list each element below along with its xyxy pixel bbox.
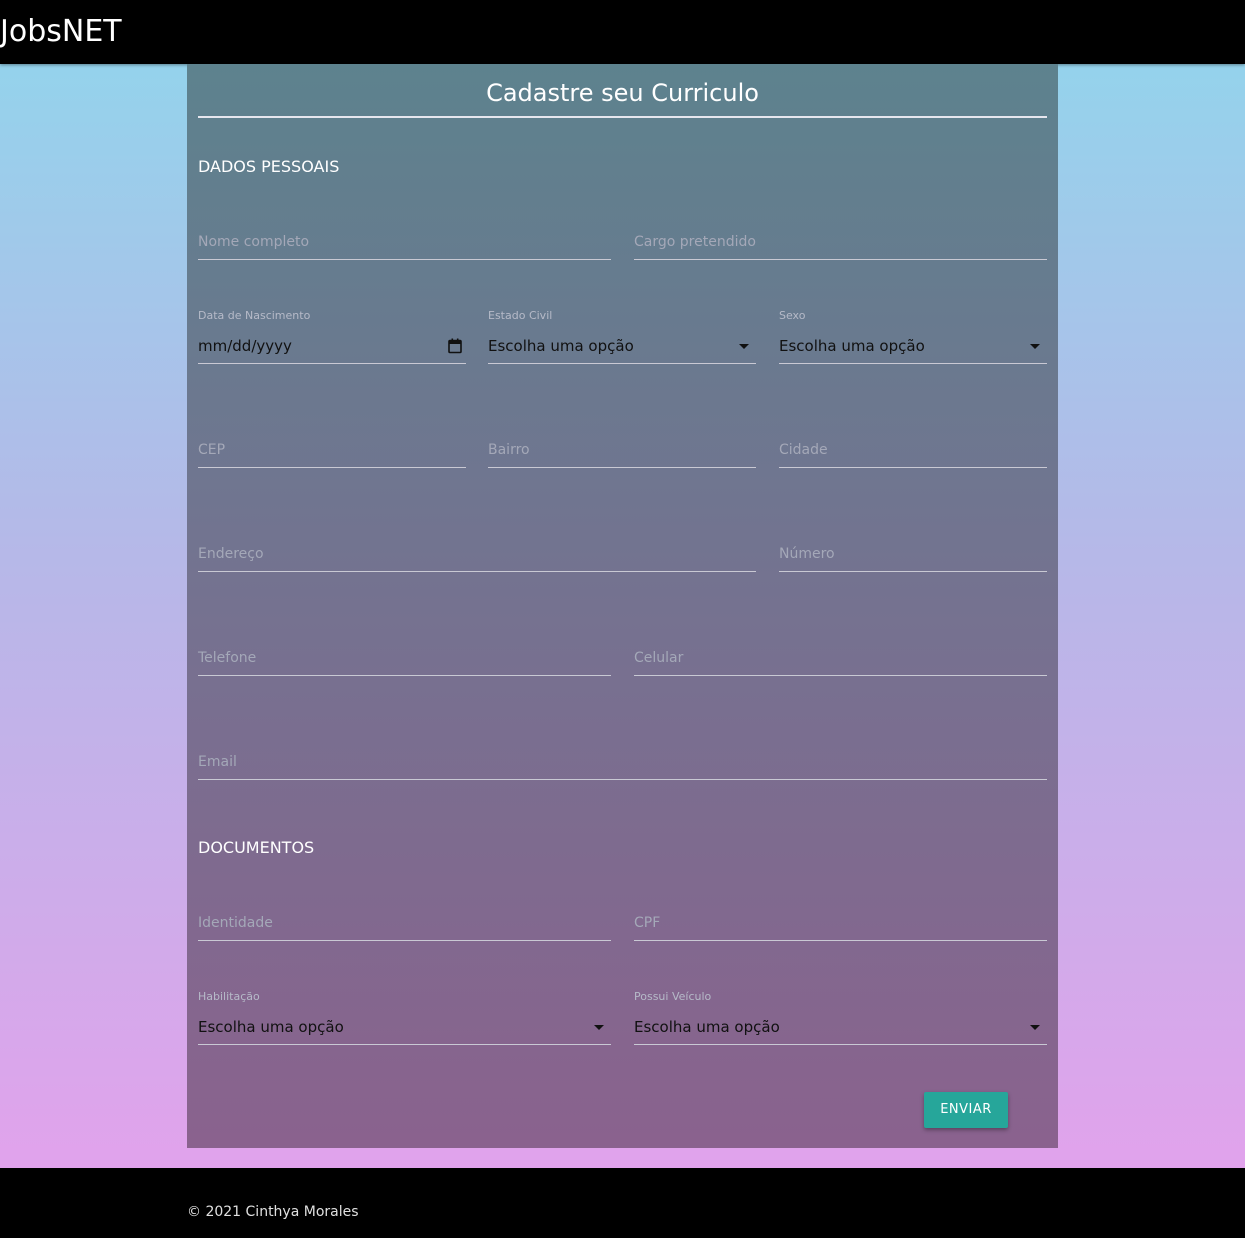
cep-placeholder: CEP bbox=[198, 442, 226, 458]
telefone-placeholder: Telefone bbox=[198, 650, 257, 666]
title-divider bbox=[198, 116, 1047, 118]
habilitacao-value: Escolha uma opção bbox=[198, 1018, 344, 1036]
email-placeholder: Email bbox=[198, 754, 237, 770]
nome-field[interactable]: Nome completo bbox=[198, 232, 611, 260]
nascimento-date-field[interactable]: Data de Nascimento mm/dd/yyyy bbox=[198, 309, 466, 364]
habilitacao-label: Habilitação bbox=[198, 990, 260, 1003]
email-field[interactable]: Email bbox=[198, 752, 1047, 780]
page-title: Cadastre seu Curriculo bbox=[486, 79, 759, 107]
submit-button[interactable]: ENVIAR bbox=[924, 1092, 1008, 1128]
numero-placeholder: Número bbox=[779, 546, 835, 562]
nascimento-value: mm/dd/yyyy bbox=[198, 337, 292, 355]
numero-field[interactable]: Número bbox=[779, 544, 1047, 572]
calendar-icon[interactable] bbox=[448, 338, 462, 354]
endereco-field[interactable]: Endereço bbox=[198, 544, 756, 572]
sexo-select[interactable]: Sexo Escolha uma opção bbox=[779, 309, 1047, 364]
resume-form-card: Cadastre seu Curriculo DADOS PESSOAIS No… bbox=[187, 64, 1058, 1148]
cargo-placeholder: Cargo pretendido bbox=[634, 234, 756, 250]
celular-placeholder: Celular bbox=[634, 650, 684, 666]
nome-placeholder: Nome completo bbox=[198, 234, 310, 250]
endereco-placeholder: Endereço bbox=[198, 546, 264, 562]
estado-civil-label: Estado Civil bbox=[488, 309, 553, 322]
nascimento-label: Data de Nascimento bbox=[198, 309, 311, 322]
cpf-placeholder: CPF bbox=[634, 915, 661, 931]
sexo-value: Escolha uma opção bbox=[779, 337, 925, 355]
veiculo-select[interactable]: Possui Veículo Escolha uma opção bbox=[634, 990, 1047, 1045]
section-heading-personal: DADOS PESSOAIS bbox=[198, 157, 340, 176]
estado-civil-select[interactable]: Estado Civil Escolha uma opção bbox=[488, 309, 756, 364]
habilitacao-select[interactable]: Habilitação Escolha uma opção bbox=[198, 990, 611, 1045]
bairro-placeholder: Bairro bbox=[488, 442, 530, 458]
cep-field[interactable]: CEP bbox=[198, 440, 466, 468]
cidade-field[interactable]: Cidade bbox=[779, 440, 1047, 468]
top-navbar: JobsNET bbox=[0, 0, 1245, 64]
telefone-field[interactable]: Telefone bbox=[198, 648, 611, 676]
caret-down-icon bbox=[1030, 1025, 1040, 1030]
cpf-field[interactable]: CPF bbox=[634, 913, 1047, 941]
identidade-field[interactable]: Identidade bbox=[198, 913, 611, 941]
identidade-placeholder: Identidade bbox=[198, 915, 273, 931]
celular-field[interactable]: Celular bbox=[634, 648, 1047, 676]
estado-civil-value: Escolha uma opção bbox=[488, 337, 634, 355]
sexo-label: Sexo bbox=[779, 309, 806, 322]
copyright-text: © 2021 Cinthya Morales bbox=[187, 1204, 359, 1220]
bairro-field[interactable]: Bairro bbox=[488, 440, 756, 468]
cargo-field[interactable]: Cargo pretendido bbox=[634, 232, 1047, 260]
cidade-placeholder: Cidade bbox=[779, 442, 828, 458]
veiculo-label: Possui Veículo bbox=[634, 990, 712, 1003]
caret-down-icon bbox=[594, 1025, 604, 1030]
section-heading-documents: DOCUMENTOS bbox=[198, 838, 315, 857]
page-footer: © 2021 Cinthya Morales bbox=[0, 1168, 1245, 1238]
caret-down-icon bbox=[739, 344, 749, 349]
brand-logo[interactable]: JobsNET bbox=[0, 12, 122, 52]
veiculo-value: Escolha uma opção bbox=[634, 1018, 780, 1036]
caret-down-icon bbox=[1030, 344, 1040, 349]
